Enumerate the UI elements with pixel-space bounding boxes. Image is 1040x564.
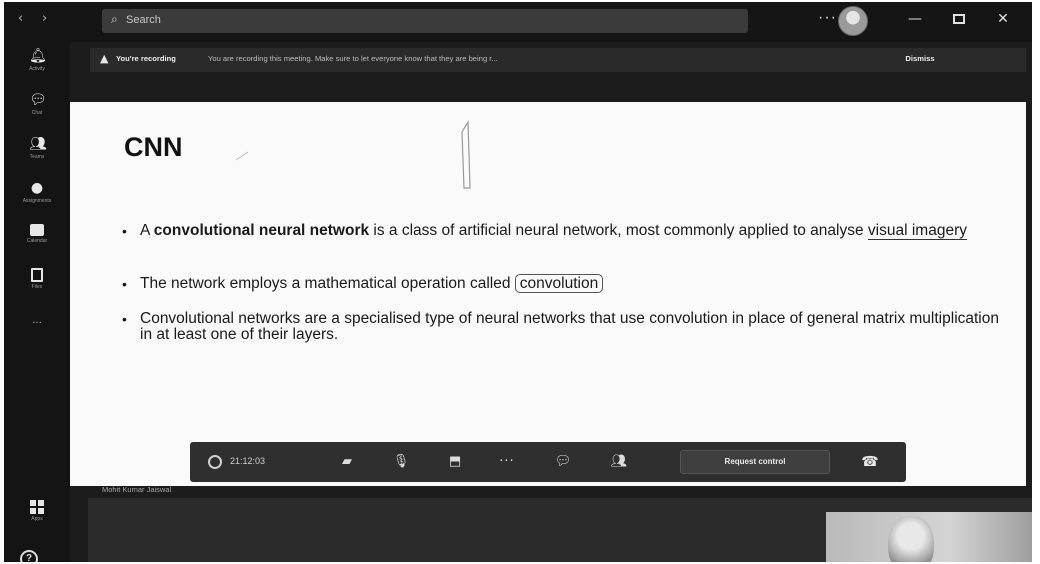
- bullet-text: Convolutional networks are a specialised…: [140, 310, 999, 343]
- bullet-text-part: The network employs a mathematical opera…: [140, 275, 515, 292]
- sidebar-item-teams[interactable]: 👥︎ Teams: [4, 136, 70, 160]
- maximize-icon: [953, 14, 965, 24]
- close-button[interactable]: ✕: [992, 8, 1014, 30]
- maximize-button[interactable]: [948, 8, 970, 30]
- participants-button[interactable]: 👥︎: [608, 452, 630, 472]
- mic-button[interactable]: 🎙︎: [390, 452, 412, 472]
- ink-annotations: [235, 119, 471, 189]
- warning-icon: ▲: [100, 52, 109, 65]
- underlined-term: visual imagery: [867, 222, 967, 240]
- timer-icon: [208, 455, 222, 469]
- profile-avatar[interactable]: [838, 6, 868, 36]
- forward-arrow-icon[interactable]: ›: [42, 11, 47, 26]
- recording-banner: ▲ You're recording You are recording thi…: [90, 48, 1026, 72]
- sidebar-item-calendar[interactable]: Calendar: [4, 224, 70, 244]
- recording-title: You're recording: [116, 54, 176, 63]
- sidebar-item-label: Calendar: [26, 238, 48, 244]
- sidebar-item-apps[interactable]: Apps: [4, 500, 70, 522]
- more-apps-icon: ···: [32, 318, 42, 329]
- assignments-icon: ●: [30, 180, 44, 196]
- presenter-name: Mohit Kumar Jaiswal: [102, 485, 172, 494]
- sidebar-item-assignments[interactable]: ● Assignments: [4, 180, 70, 204]
- bullet-text: A convolutional neural network is a clas…: [140, 222, 1000, 240]
- hang-up-button[interactable]: ☎︎: [850, 451, 890, 473]
- help-icon[interactable]: ?: [20, 550, 38, 562]
- app-bar: 🔔︎ Activity 💬︎ Chat 👥︎ Teams ● Assignmen…: [4, 42, 70, 562]
- slide-bullet: • A convolutional neural network is a cl…: [122, 222, 992, 257]
- sidebar-item-label: Files: [31, 284, 43, 290]
- title-bar: ‹ › ⌕ Search ··· — ✕: [4, 2, 1032, 42]
- chat-icon: 💬︎: [29, 92, 47, 108]
- sidebar-item-label: Apps: [31, 516, 43, 522]
- bullet-dot: •: [122, 276, 127, 292]
- circled-term: convolution: [514, 274, 604, 293]
- more-actions-button[interactable]: ···: [496, 452, 518, 472]
- meeting-timer: 21:12:03: [230, 456, 266, 466]
- participant-video: [888, 516, 934, 562]
- sidebar-item-label: Teams: [29, 154, 45, 160]
- apps-icon: [30, 500, 44, 514]
- search-input[interactable]: ⌕ Search: [102, 9, 748, 33]
- search-icon: ⌕: [111, 12, 118, 26]
- bullet-dot: •: [122, 311, 127, 327]
- sidebar-item-activity[interactable]: 🔔︎ Activity: [4, 48, 70, 72]
- chat-button[interactable]: 💬︎: [552, 452, 574, 472]
- back-arrow-icon[interactable]: ‹: [18, 11, 23, 26]
- teams-window: ‹ › ⌕ Search ··· — ✕ 🔔︎ Activity 💬︎ Chat…: [4, 2, 1032, 562]
- search-placeholder: Search: [126, 14, 161, 26]
- bell-icon: 🔔︎: [29, 48, 47, 64]
- camera-button[interactable]: ▰: [336, 452, 358, 472]
- files-icon: [31, 268, 43, 282]
- sidebar-item-chat[interactable]: 💬︎ Chat: [4, 92, 70, 116]
- bullet-text-part: is a class of artificial neural network,…: [369, 222, 868, 239]
- calendar-icon: [30, 224, 44, 236]
- sidebar-item-label: Assignments: [22, 198, 52, 204]
- sidebar-item-label: Activity: [29, 66, 45, 72]
- minimize-button[interactable]: —: [904, 8, 926, 30]
- slide-title: CNN: [124, 132, 183, 162]
- bullet-text: The network employs a mathematical opera…: [140, 274, 1000, 293]
- bullet-bold-term: convolutional neural network: [153, 222, 370, 239]
- bullet-dot: •: [122, 223, 127, 239]
- sidebar-item-label: Chat: [31, 110, 43, 116]
- dismiss-button[interactable]: Dismiss: [890, 54, 950, 63]
- sidebar-item-files[interactable]: Files: [4, 268, 70, 290]
- bullet-text-part: A: [140, 222, 154, 239]
- recording-message: You are recording this meeting. Make sur…: [208, 54, 498, 63]
- teams-icon: 👥︎: [29, 136, 47, 152]
- shared-slide: CNN • A convolutional neural network is …: [70, 102, 1026, 486]
- slide-bullet: • The network employs a mathematical ope…: [122, 274, 992, 294]
- ink-stroke: [235, 151, 249, 161]
- meeting-controls: 21:12:03 ▰ 🎙︎ ⬒ ··· 💬︎ 👥︎ Request contro…: [190, 442, 906, 482]
- self-video-tile[interactable]: [826, 512, 1032, 562]
- share-screen-button[interactable]: ⬒: [444, 452, 466, 472]
- request-control-button[interactable]: Request control: [680, 450, 830, 474]
- ink-bracket: [461, 119, 471, 189]
- more-options-button[interactable]: ···: [818, 9, 837, 27]
- slide-bullet: • Convolutional networks are a specialis…: [122, 311, 999, 363]
- sidebar-item-more-apps[interactable]: ···: [4, 316, 70, 332]
